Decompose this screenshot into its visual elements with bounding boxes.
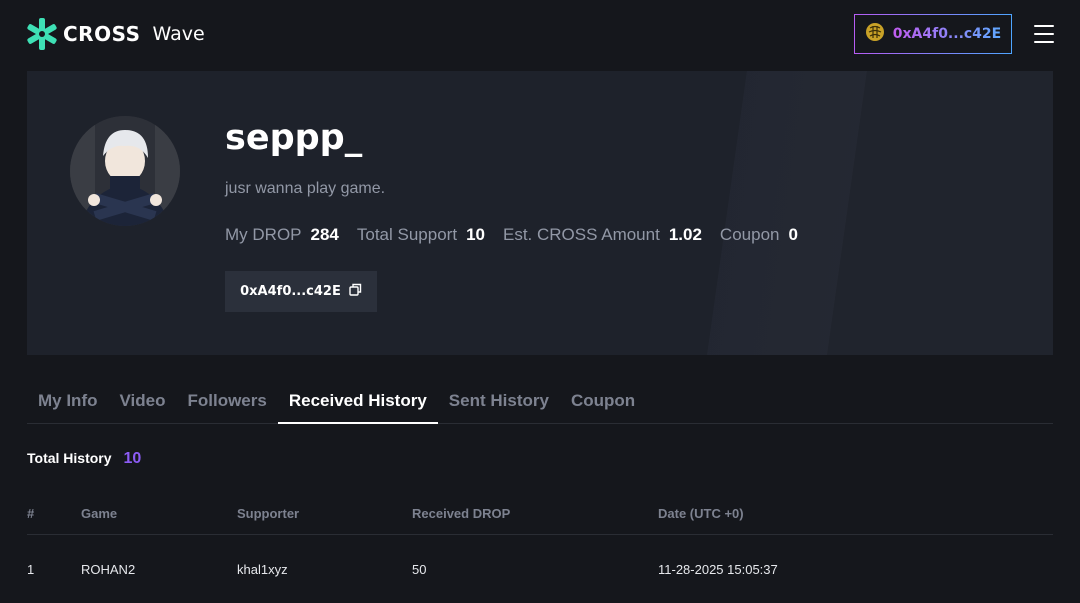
total-history-label: Total History <box>27 450 112 466</box>
brand-logo-link[interactable]: CROSS Wave <box>27 17 205 51</box>
stat-est-cross: Est. CROSS Amount 1.02 <box>503 225 702 245</box>
copy-address-button[interactable]: 0xA4f0...c42E <box>225 271 377 312</box>
stat-value: 0 <box>788 225 798 244</box>
tab-coupon[interactable]: Coupon <box>560 380 646 424</box>
wallet-address: 0xA4f0...c42E <box>892 26 1002 42</box>
stat-value: 284 <box>310 225 339 244</box>
profile-card: seppp_ jusr wanna play game. My DROP 284… <box>27 71 1053 355</box>
avatar <box>70 116 180 226</box>
tab-video[interactable]: Video <box>109 380 177 424</box>
cross-logo-icon <box>27 17 57 51</box>
brand-name: CROSS <box>63 22 141 46</box>
column-header: Supporter <box>237 505 300 521</box>
table-cell: 50 <box>412 561 427 577</box>
history-table: # Game Supporter Received DROP Date (UTC… <box>27 492 1053 603</box>
bio: jusr wanna play game. <box>225 180 386 197</box>
stat-label: Est. CROSS Amount <box>502 225 660 244</box>
stat-total-support: Total Support 10 <box>357 225 485 245</box>
brand-sub: Wave <box>152 23 205 45</box>
tab-followers[interactable]: Followers <box>176 380 277 424</box>
wallet-avatar-icon <box>865 22 885 47</box>
tab-my-info[interactable]: My Info <box>27 380 109 424</box>
stat-label: Coupon <box>719 225 780 244</box>
table-cell: khal1xyz <box>237 561 288 577</box>
stat-coupon: Coupon 0 <box>720 225 798 245</box>
total-history-count: 10 <box>123 450 142 467</box>
top-header: CROSS Wave 0xA4f0...c42E <box>0 0 1080 68</box>
tab-received-history[interactable]: Received History <box>277 380 438 424</box>
address-chip-text: 0xA4f0...c42E <box>240 284 341 299</box>
column-header: Received DROP <box>412 505 511 521</box>
wallet-button[interactable]: 0xA4f0...c42E <box>854 14 1012 54</box>
column-header: Date (UTC +0) <box>658 505 744 521</box>
total-history: Total History 10 <box>27 450 141 468</box>
username: seppp_ <box>225 118 363 158</box>
hamburger-menu-icon[interactable] <box>1034 25 1054 43</box>
table-header: # Game Supporter Received DROP Date (UTC… <box>27 492 1053 535</box>
table-cell: 1 <box>27 561 35 577</box>
column-header: Game <box>81 505 118 521</box>
stat-label: My DROP <box>225 225 302 244</box>
tab-sent-history[interactable]: Sent History <box>438 380 560 424</box>
table-row: 1 ROHAN2 khal1xyz 50 11-28-2025 15:05:37 <box>27 535 1053 603</box>
profile-stats: My DROP 284 Total Support 10 Est. CROSS … <box>225 225 798 245</box>
stat-value: 10 <box>466 225 485 244</box>
table-cell: 11-28-2025 15:05:37 <box>658 561 778 577</box>
column-header: # <box>27 505 35 521</box>
table-cell: ROHAN2 <box>81 561 136 577</box>
stat-value: 1.02 <box>668 225 702 244</box>
stat-my-drop: My DROP 284 <box>225 225 339 245</box>
profile-tabs: My Info Video Followers Received History… <box>27 380 1053 424</box>
copy-icon <box>349 283 362 300</box>
stat-label: Total Support <box>356 225 458 244</box>
